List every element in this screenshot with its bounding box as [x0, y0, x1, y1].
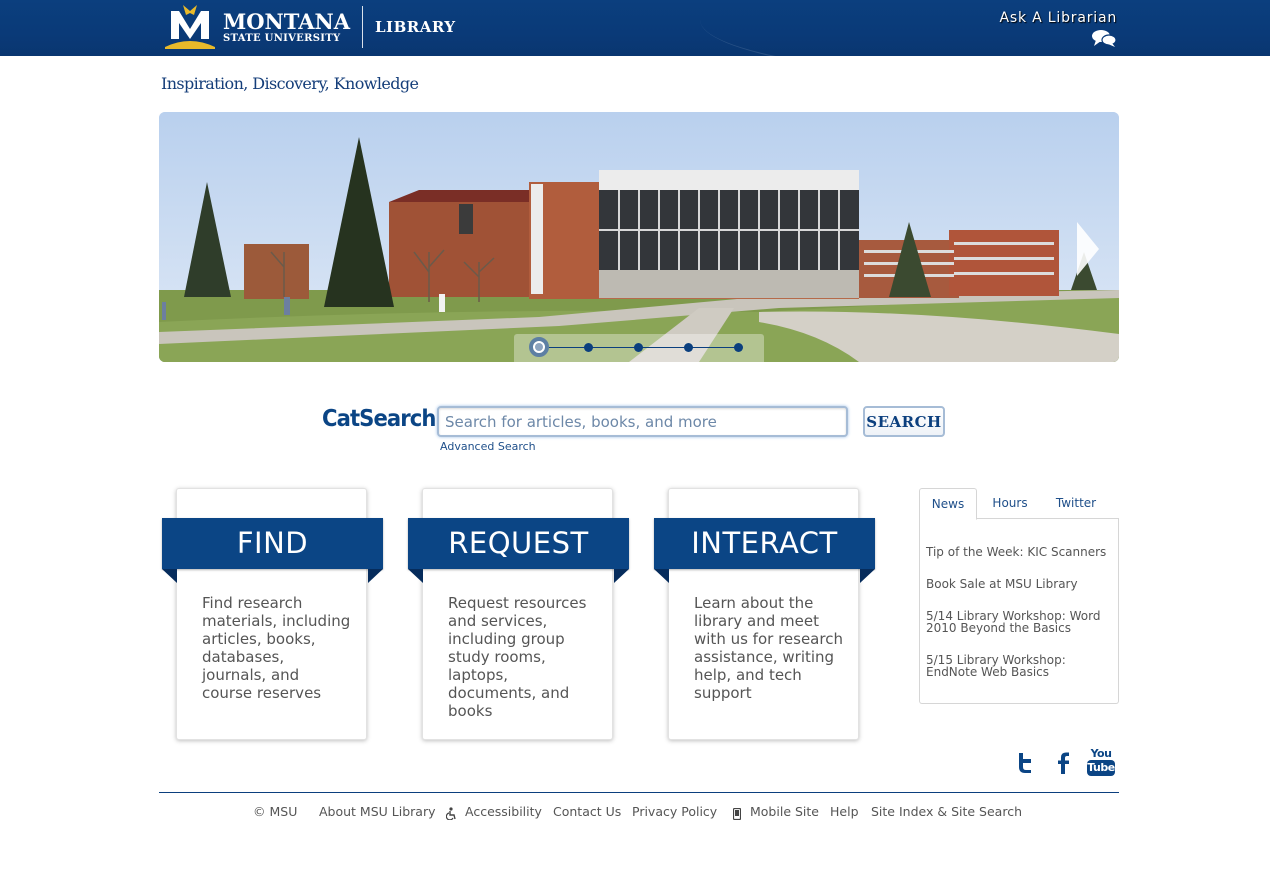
tab-news[interactable]: News [919, 488, 977, 520]
news-tabs: News Hours Twitter Tip of the Week: KIC … [919, 488, 1119, 704]
tagline: Inspiration, Discovery, Knowledge [161, 74, 419, 93]
catsearch-input[interactable] [437, 406, 848, 437]
footer-site-index-link[interactable]: Site Index & Site Search [871, 804, 1022, 819]
footer-help-link[interactable]: Help [830, 804, 859, 819]
ribbon-fold [860, 569, 875, 583]
youtube-icon[interactable]: You Tube [1087, 747, 1115, 779]
msu-m-logo-icon [165, 5, 215, 49]
tab-strip: News Hours Twitter [919, 488, 1119, 520]
tab-twitter[interactable]: Twitter [1045, 488, 1107, 519]
news-panel: Tip of the Week: KIC Scanners Book Sale … [919, 518, 1119, 704]
tab-hours[interactable]: Hours [981, 488, 1039, 519]
ribbon-fold [614, 569, 629, 583]
pager-line [549, 347, 739, 348]
facebook-icon[interactable] [1056, 752, 1070, 774]
wheelchair-icon [446, 807, 456, 820]
find-card-title[interactable]: FIND [162, 518, 383, 569]
search-button[interactable]: SEARCH [863, 406, 945, 437]
msu-logo[interactable]: MONTANA STATE UNIVERSITY LIBRARY [163, 5, 456, 49]
footer-divider [159, 792, 1119, 793]
footer-accessibility-link[interactable]: Accessibility [465, 804, 542, 819]
ribbon-fold [368, 569, 383, 583]
footer-copyright[interactable]: © MSU [253, 804, 297, 819]
request-card-title[interactable]: REQUEST [408, 518, 629, 569]
ribbon-fold [408, 569, 423, 583]
logo-line1: MONTANA [223, 8, 350, 34]
logo-divider [362, 6, 363, 48]
news-item[interactable]: Tip of the Week: KIC Scanners [926, 546, 1116, 558]
footer-contact-link[interactable]: Contact Us [553, 804, 621, 819]
carousel-dot-5[interactable] [734, 343, 743, 352]
ask-a-librarian-label: Ask A Librarian [999, 10, 1117, 26]
ribbon-fold [654, 569, 669, 583]
carousel-dot-3[interactable] [634, 343, 643, 352]
carousel-dot-1[interactable] [529, 337, 549, 357]
news-item[interactable]: 5/14 Library Workshop: Word 2010 Beyond … [926, 610, 1116, 634]
carousel-dot-4[interactable] [684, 343, 693, 352]
hero-photo [159, 112, 1119, 362]
interact-card-description: Learn about the library and meet with us… [694, 594, 843, 702]
news-item[interactable]: Book Sale at MSU Library [926, 578, 1116, 590]
logo-line2: STATE UNIVERSITY [223, 32, 341, 44]
hero-carousel[interactable] [159, 112, 1119, 362]
library-label: LIBRARY [375, 18, 456, 36]
banner-swoosh [700, 0, 1270, 56]
youtube-you-text: You [1090, 747, 1112, 760]
ribbon-fold [162, 569, 177, 583]
twitter-icon[interactable] [1016, 752, 1034, 774]
footer-mobile-link[interactable]: Mobile Site [750, 804, 819, 819]
interact-card-title[interactable]: INTERACT [654, 518, 875, 569]
request-card-description: Request resources and services, includin… [448, 594, 587, 720]
footer-privacy-link[interactable]: Privacy Policy [632, 804, 717, 819]
find-card-description: Find research materials, including artic… [202, 594, 351, 702]
carousel-dot-2[interactable] [584, 343, 593, 352]
advanced-search-link[interactable]: Advanced Search [440, 440, 536, 453]
carousel-pager [514, 334, 764, 362]
ask-a-librarian-link[interactable]: Ask A Librarian [1000, 10, 1117, 47]
footer-about-link[interactable]: About MSU Library [319, 804, 435, 819]
news-item[interactable]: 5/15 Library Workshop: EndNote Web Basic… [926, 654, 1116, 678]
logo-wordmark: MONTANA STATE UNIVERSITY [223, 11, 350, 44]
catsearch-label: CatSearch [322, 406, 436, 432]
mobile-phone-icon [733, 808, 741, 820]
chat-bubbles-icon [1092, 30, 1117, 47]
chevron-right-icon[interactable] [1077, 222, 1099, 276]
top-banner: MONTANA STATE UNIVERSITY LIBRARY Ask A L… [0, 0, 1270, 56]
youtube-tube-text: Tube [1087, 760, 1115, 776]
